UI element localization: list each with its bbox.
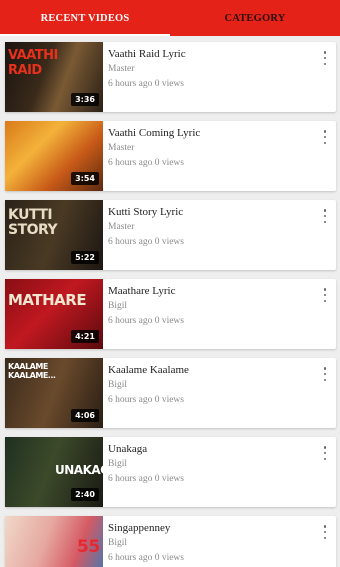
tab-category-label: CATEGORY	[224, 12, 286, 24]
thumbnail-caption: UNAKAG	[55, 463, 103, 477]
more-options-icon[interactable]	[322, 130, 328, 144]
video-meta: 6 hours ago 0 views	[108, 237, 184, 247]
thumbnail-caption: 55	[77, 537, 100, 557]
video-thumbnail[interactable]: UNAKAG 2:40	[5, 437, 103, 507]
video-meta: 6 hours ago 0 views	[108, 395, 184, 405]
video-card[interactable]: 3:54 Vaathi Coming Lyric Master 6 hours …	[5, 121, 336, 191]
video-title: Unakaga	[108, 443, 148, 455]
video-meta: 6 hours ago 0 views	[108, 316, 184, 326]
video-meta: 6 hours ago 0 views	[108, 553, 184, 563]
more-options-icon[interactable]	[322, 51, 328, 65]
video-duration: 3:36	[71, 93, 99, 106]
more-options-icon[interactable]	[322, 288, 328, 302]
video-card[interactable]: KAALAME KAALAME... 4:06 Kaalame Kaalame …	[5, 358, 336, 428]
video-movie: Bigil	[108, 538, 128, 548]
video-movie: Master	[108, 64, 135, 74]
video-card[interactable]: MATHARE 4:21 Maathare Lyric Bigil 6 hour…	[5, 279, 336, 349]
more-options-icon[interactable]	[322, 209, 328, 223]
video-card[interactable]: UNAKAG 2:40 Unakaga Bigil 6 hours ago 0 …	[5, 437, 336, 507]
video-card[interactable]: KUTTI STORY 5:22 Kutti Story Lyric Maste…	[5, 200, 336, 270]
video-thumbnail[interactable]: KUTTI STORY 5:22	[5, 200, 103, 270]
video-thumbnail[interactable]: VAATHI RAID 3:36	[5, 42, 103, 112]
top-tab-bar: RECENT VIDEOS CATEGORY	[0, 0, 340, 36]
video-thumbnail[interactable]: 3:54	[5, 121, 103, 191]
video-duration: 4:06	[71, 409, 99, 422]
video-duration: 5:22	[71, 251, 99, 264]
thumbnail-caption: MATHARE	[8, 291, 87, 309]
video-thumbnail[interactable]: 55	[5, 516, 103, 567]
video-card[interactable]: 55 Singappenney Bigil 6 hours ago 0 view…	[5, 516, 336, 567]
video-card[interactable]: VAATHI RAID 3:36 Vaathi Raid Lyric Maste…	[5, 42, 336, 112]
video-duration: 2:40	[71, 488, 99, 501]
video-movie: Master	[108, 222, 135, 232]
video-movie: Master	[108, 143, 135, 153]
video-title: Maathare Lyric	[108, 285, 176, 297]
more-options-icon[interactable]	[322, 446, 328, 460]
video-title: Singappenney	[108, 522, 171, 534]
tab-recent-videos[interactable]: RECENT VIDEOS	[0, 0, 170, 36]
more-options-icon[interactable]	[322, 525, 328, 539]
video-duration: 3:54	[71, 172, 99, 185]
video-title: Kaalame Kaalame	[108, 364, 189, 376]
tab-recent-videos-label: RECENT VIDEOS	[40, 12, 130, 24]
more-options-icon[interactable]	[322, 367, 328, 381]
video-movie: Bigil	[108, 459, 128, 469]
video-thumbnail[interactable]: KAALAME KAALAME... 4:06	[5, 358, 103, 428]
thumbnail-caption: KUTTI STORY	[8, 207, 58, 238]
video-meta: 6 hours ago 0 views	[108, 158, 184, 168]
thumbnail-caption: KAALAME KAALAME...	[8, 362, 56, 380]
video-list: VAATHI RAID 3:36 Vaathi Raid Lyric Maste…	[0, 36, 340, 567]
video-meta: 6 hours ago 0 views	[108, 474, 184, 484]
thumbnail-caption: VAATHI RAID	[8, 48, 58, 78]
video-movie: Bigil	[108, 380, 128, 390]
video-meta: 6 hours ago 0 views	[108, 79, 184, 89]
tab-category[interactable]: CATEGORY	[170, 0, 340, 36]
video-title: Kutti Story Lyric	[108, 206, 184, 218]
video-title: Vaathi Coming Lyric	[108, 127, 201, 139]
video-thumbnail[interactable]: MATHARE 4:21	[5, 279, 103, 349]
video-duration: 4:21	[71, 330, 99, 343]
video-title: Vaathi Raid Lyric	[108, 48, 186, 60]
video-movie: Bigil	[108, 301, 128, 311]
